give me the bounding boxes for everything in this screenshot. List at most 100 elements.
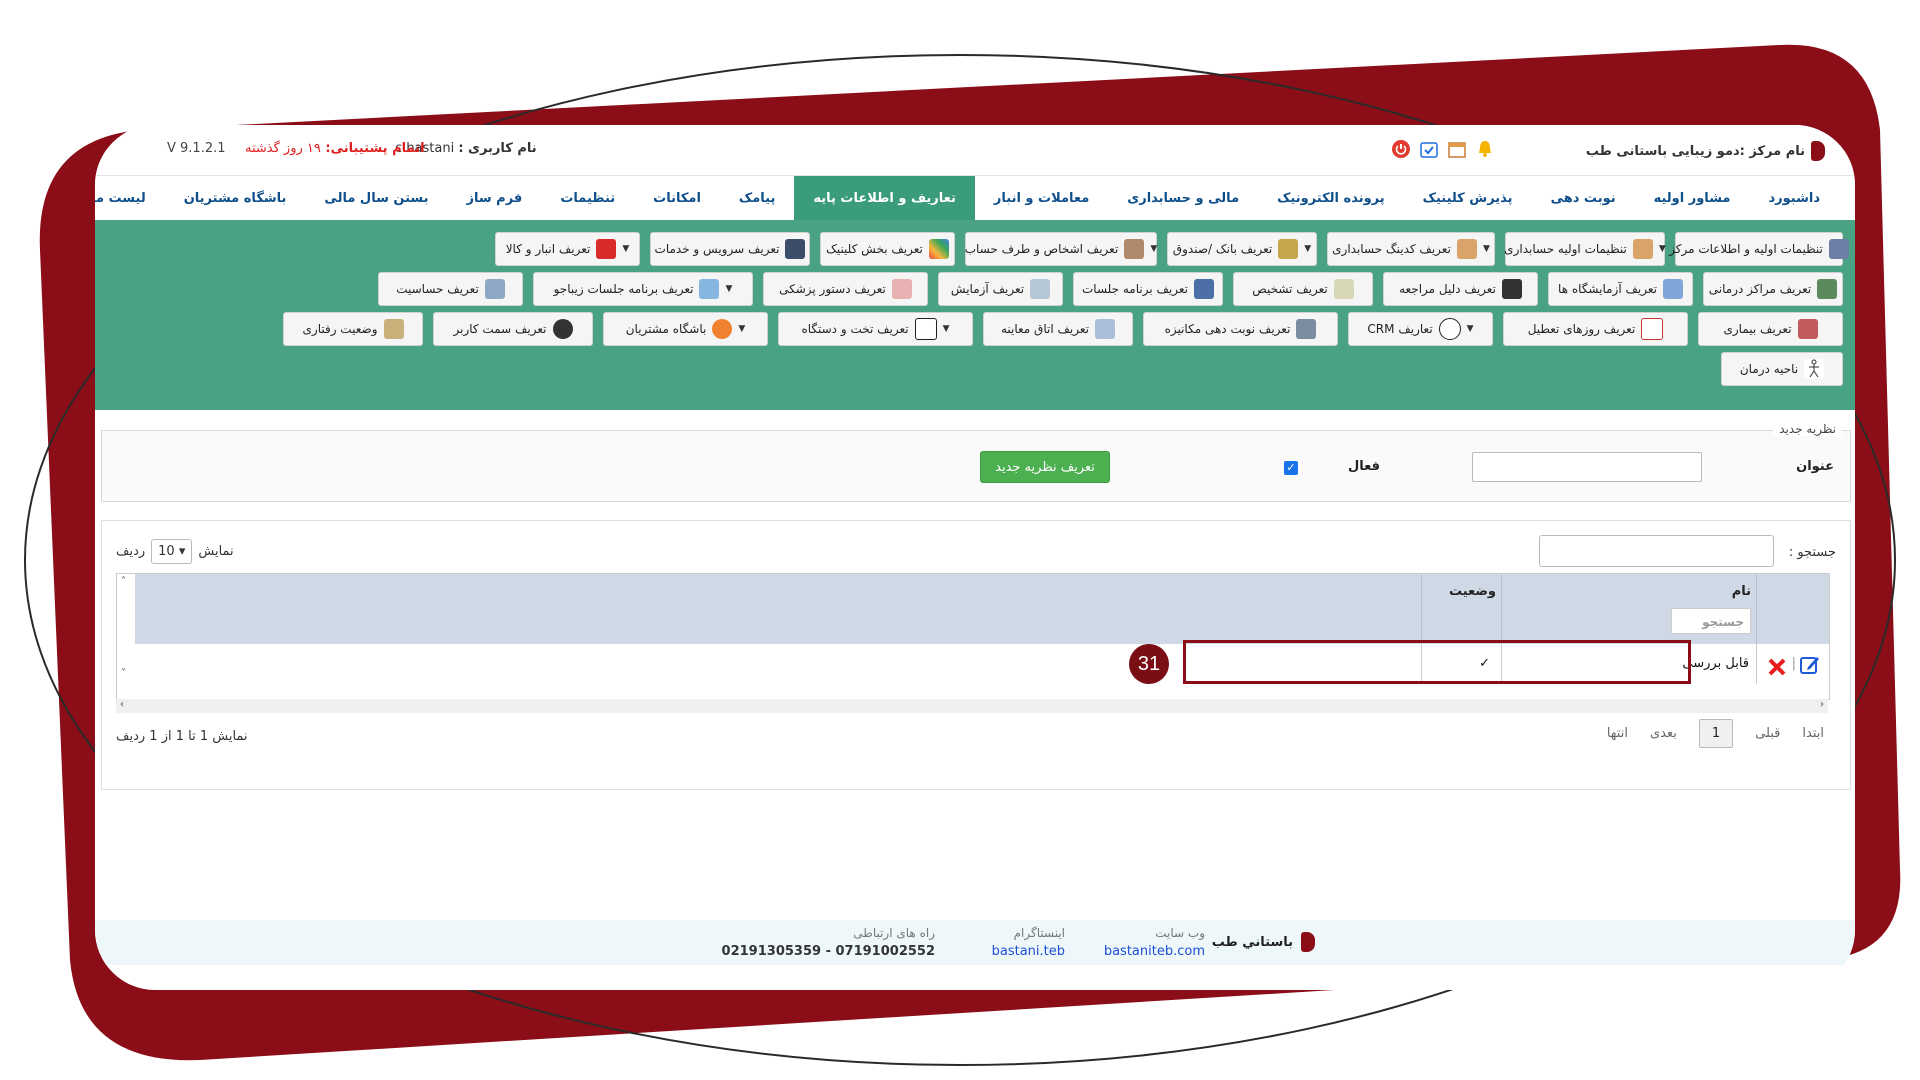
nav-settings[interactable]: تنظیمات [541, 176, 634, 221]
user-icon [552, 319, 573, 339]
nav-form-builder[interactable]: فرم ساز [448, 176, 542, 221]
grid-icon [928, 239, 949, 259]
computer-icon [1296, 319, 1317, 339]
nav-sms[interactable]: پیامک [720, 176, 794, 221]
persons-accounts-button[interactable]: ▼ تعریف اشخاص و طرف حساب [965, 232, 1157, 266]
submenu-row-1: تنظیمات اولیه و اطلاعات مرکز ▼ تنظیمات او… [495, 232, 1849, 266]
name-column-search[interactable]: جستجو [1671, 608, 1751, 634]
calendar-check-icon[interactable] [1419, 139, 1439, 159]
caret-down-icon: ▼ [1658, 244, 1666, 254]
test-button[interactable]: تعریف آزمایش [938, 272, 1063, 306]
doctor-icon [1501, 279, 1522, 299]
medical-centers-button[interactable]: تعریف مراکز درمانی [1703, 272, 1843, 306]
table-info: نمایش 1 تا 1 از 1 ردیف [116, 729, 248, 744]
submenu-row-2: تعریف مراکز درمانی تعریف آزمایشگاه ها تع… [378, 272, 1843, 306]
nav-clinic-reception[interactable]: پذیرش کلینیک [1404, 176, 1532, 221]
hospital-icon [1817, 279, 1838, 299]
pagination: ابتدا قبلی 1 بعدی انتها [1607, 719, 1824, 748]
diagnosis-button[interactable]: تعریف تشخیص [1233, 272, 1373, 306]
holidays-button[interactable]: تعریف روزهای تعطیل [1503, 312, 1688, 346]
search-input[interactable] [1539, 535, 1774, 567]
website-link[interactable]: bastaniteb.com [1104, 944, 1205, 959]
exam-room-button[interactable]: تعریف اتاق معاینه [983, 312, 1133, 346]
flask-icon [1030, 279, 1051, 299]
behavior-status-button[interactable]: وضعیت رفتاری [283, 312, 423, 346]
vertical-scrollbar[interactable]: ˄ ˅ [119, 574, 133, 684]
user-role-button[interactable]: تعریف سمت کاربر [433, 312, 593, 346]
prescription-icon [891, 279, 912, 299]
nav-initial-consultant[interactable]: مشاور اولیه [1635, 176, 1750, 221]
bank-icon [1278, 239, 1299, 259]
scroll-left-icon[interactable]: ‹ [120, 699, 124, 710]
search-label: جستجو : [1788, 545, 1836, 560]
accounting-coding-button[interactable]: ▼ تعریف کدینگ حسابداری [1327, 232, 1495, 266]
center-settings-button[interactable]: تنظیمات اولیه و اطلاعات مرکز [1669, 232, 1849, 266]
nav-base-definitions[interactable]: تعاریف و اطلاعات پایه [794, 176, 975, 221]
step-badge: 31 [1129, 644, 1169, 684]
auto-appointment-button[interactable]: تعریف نوبت دهی مکانیزه [1143, 312, 1338, 346]
title-input[interactable] [1472, 452, 1702, 482]
nav-electronic-record[interactable]: پرونده الکترونیک [1258, 176, 1404, 221]
boxes-icon [596, 239, 617, 259]
allergy-icon [484, 279, 505, 299]
beauty-sessions-button[interactable]: ▼ تعریف برنامه جلسات زیباجو [533, 272, 753, 306]
add-opinion-button[interactable]: تعریف نظریه جدید [980, 451, 1110, 483]
bell-icon[interactable] [1475, 139, 1495, 159]
nav-appointments[interactable]: نوبت دهی [1532, 176, 1635, 221]
name-column-header[interactable]: نام جستجو [1501, 574, 1757, 644]
caret-down-icon: ▼ [1304, 244, 1312, 254]
scroll-down-icon[interactable]: ˅ [121, 668, 126, 679]
pager-last[interactable]: انتها [1607, 726, 1628, 741]
nav-customer-club[interactable]: باشگاه مشتریان [165, 176, 306, 221]
crm-button[interactable]: ▼ تعاریف CRM [1348, 312, 1493, 346]
scroll-up-icon[interactable]: ˄ [121, 576, 126, 587]
document-icon [1333, 279, 1354, 299]
nav-dashboard[interactable]: داشبورد [1749, 176, 1839, 221]
warehouse-goods-button[interactable]: ▼ تعریف انبار و کالا [495, 232, 640, 266]
behavior-icon [383, 319, 404, 339]
nav-finance[interactable]: مالی و حسابداری [1108, 176, 1258, 221]
pager-prev[interactable]: قبلی [1755, 726, 1780, 741]
allergy-button[interactable]: تعریف حساسیت [378, 272, 523, 306]
caret-down-icon: ▼ [942, 324, 950, 334]
title-label: عنوان [1796, 459, 1834, 474]
calendar-icon[interactable] [1447, 139, 1467, 159]
session-program-button[interactable]: تعریف برنامه جلسات [1073, 272, 1223, 306]
medical-order-button[interactable]: تعریف دستور پزشکی [763, 272, 928, 306]
top-icons [1391, 139, 1495, 159]
clinic-section-button[interactable]: تعریف بخش کلینیک [820, 232, 955, 266]
edit-icon[interactable] [1799, 653, 1821, 693]
submenu-row-3: تعریف بیماری تعریف روزهای تعطیل ▼ تعاریف … [283, 312, 1843, 346]
power-icon[interactable] [1391, 139, 1411, 159]
disease-button[interactable]: تعریف بیماری [1698, 312, 1843, 346]
nav-close-fiscal-year[interactable]: بستن سال مالی [305, 176, 447, 221]
horizontal-scrollbar[interactable]: ‹ › [116, 699, 1828, 713]
support-status: اتمام پشتیبانی: ۱۹ روز گذشته [245, 141, 425, 156]
scroll-right-icon[interactable]: › [1820, 699, 1824, 710]
nav-inventory[interactable]: معاملات و انبار [975, 176, 1108, 221]
bed-device-button[interactable]: ▼ تعریف تخت و دستگاه [778, 312, 973, 346]
customer-club-button[interactable]: ▼ باشگاه مشتریان [603, 312, 768, 346]
services-button[interactable]: تعریف سرویس و خدمات [650, 232, 810, 266]
pager-current[interactable]: 1 [1698, 719, 1734, 748]
checklist-icon [1194, 279, 1214, 299]
laboratories-button[interactable]: تعریف آزمایشگاه ها [1548, 272, 1693, 306]
pager-first[interactable]: ابتدا [1802, 726, 1824, 741]
status-column-header[interactable]: وضعیت [1421, 574, 1502, 644]
brand-logo-icon [1301, 932, 1315, 952]
page-size-select[interactable]: 10 ▾ [151, 539, 193, 564]
bank-cashbox-button[interactable]: ▼ تعریف بانک /صندوق [1167, 232, 1317, 266]
pager-next[interactable]: بعدی [1650, 726, 1677, 741]
group-icon [712, 319, 733, 339]
instagram-link[interactable]: bastani.teb [992, 944, 1065, 959]
body-icon [1804, 359, 1825, 379]
nav-module-list[interactable]: لیست ماژول ها [95, 176, 165, 221]
page-size-control: ردیف 10 ▾ نمایش [116, 539, 234, 564]
nav-features[interactable]: امکانات [634, 176, 720, 221]
treatment-area-button[interactable]: ناحیه درمان [1721, 352, 1843, 386]
active-label: فعال [1347, 459, 1380, 474]
delete-icon[interactable] [1767, 654, 1787, 694]
referral-reason-button[interactable]: تعریف دلیل مراجعه [1383, 272, 1538, 306]
active-checkbox[interactable]: ✓ [1284, 461, 1298, 475]
accounting-settings-button[interactable]: ▼ تنظیمات اولیه حسابداری [1504, 232, 1666, 266]
